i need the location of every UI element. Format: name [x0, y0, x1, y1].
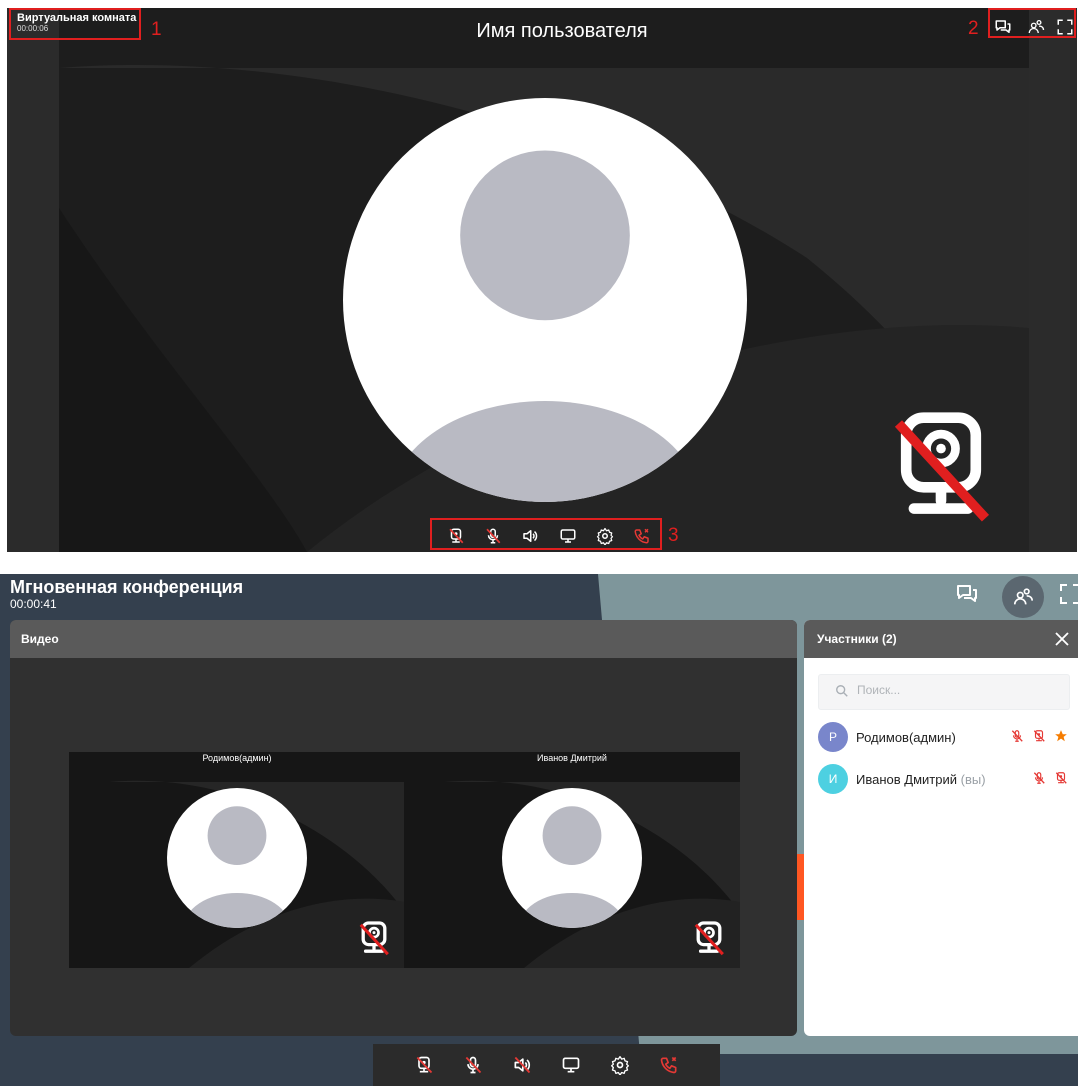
- call-controls-bar: [373, 1044, 720, 1086]
- search-icon: [836, 685, 848, 697]
- participant-row[interactable]: Р Родимов(админ): [818, 722, 1078, 752]
- you-label: (вы): [960, 772, 986, 787]
- microphone-muted-icon[interactable]: [1032, 771, 1046, 785]
- user-avatar-placeholder: [502, 788, 642, 928]
- chat-icon[interactable]: [955, 582, 979, 606]
- video-panel-title: Видео: [10, 620, 797, 658]
- call-timer: 00:00:41: [10, 597, 57, 611]
- instant-conference-screenshot: Мгновенная конференция 00:00:41 Видео Ро…: [0, 574, 1078, 1086]
- callout-box-2: [988, 8, 1076, 38]
- participant-name: Родимов(админ): [856, 730, 956, 745]
- microphone-muted-icon[interactable]: [463, 1055, 483, 1075]
- speaker-muted-icon[interactable]: [512, 1055, 532, 1075]
- participants-panel-header: Участники (2): [804, 620, 1078, 658]
- participants-button[interactable]: [1002, 576, 1044, 618]
- camera-off-icon[interactable]: [1054, 771, 1068, 785]
- participant-name: Иванов Дмитрий (вы): [856, 772, 986, 787]
- microphone-muted-icon[interactable]: [1010, 729, 1024, 743]
- avatar: Р: [818, 722, 848, 752]
- video-panel: Видео Родимов(админ) Иванов Дмитрий: [10, 620, 797, 1036]
- callout-label-1: 1: [151, 19, 162, 40]
- admin-star-icon: [1055, 730, 1067, 742]
- settings-icon[interactable]: [610, 1055, 630, 1075]
- camera-off-icon: [694, 920, 724, 956]
- video-tile[interactable]: Родимов(админ): [69, 752, 405, 968]
- screen-share-icon[interactable]: [561, 1055, 581, 1075]
- conference-title: Мгновенная конференция: [10, 577, 244, 597]
- callout-box-3: [430, 518, 662, 550]
- avatar: И: [818, 764, 848, 794]
- virtual-room-screenshot: Виртуальная комната 00:00:06 Имя пользов…: [7, 8, 1077, 552]
- search-input[interactable]: [857, 683, 1057, 697]
- user-avatar-placeholder: [167, 788, 307, 928]
- camera-off-icon[interactable]: [414, 1055, 434, 1075]
- callout-label-2: 2: [968, 18, 979, 39]
- camera-off-icon: [359, 920, 389, 956]
- video-tile[interactable]: Иванов Дмитрий: [404, 752, 740, 968]
- tile-name: Родимов(админ): [202, 753, 272, 763]
- user-avatar-placeholder: [343, 98, 747, 502]
- user-name: Имя пользователя: [476, 20, 648, 42]
- callout-label-3: 3: [668, 525, 679, 546]
- participant-search[interactable]: [818, 674, 1070, 710]
- hang-up-icon[interactable]: [659, 1055, 679, 1075]
- fullscreen-icon[interactable]: [1058, 582, 1078, 606]
- callout-box-1: [9, 8, 141, 40]
- participants-panel-title: Участники (2): [817, 632, 897, 646]
- camera-off-icon[interactable]: [1032, 729, 1046, 743]
- participant-row[interactable]: И Иванов Дмитрий (вы): [818, 764, 1078, 794]
- close-icon[interactable]: [1054, 631, 1070, 647]
- tile-name: Иванов Дмитрий: [537, 753, 607, 763]
- participants-icon: [1012, 586, 1034, 608]
- camera-off-icon: [891, 408, 991, 524]
- participants-panel: Участники (2) Р Родимов(админ) И Иванов …: [804, 620, 1078, 1036]
